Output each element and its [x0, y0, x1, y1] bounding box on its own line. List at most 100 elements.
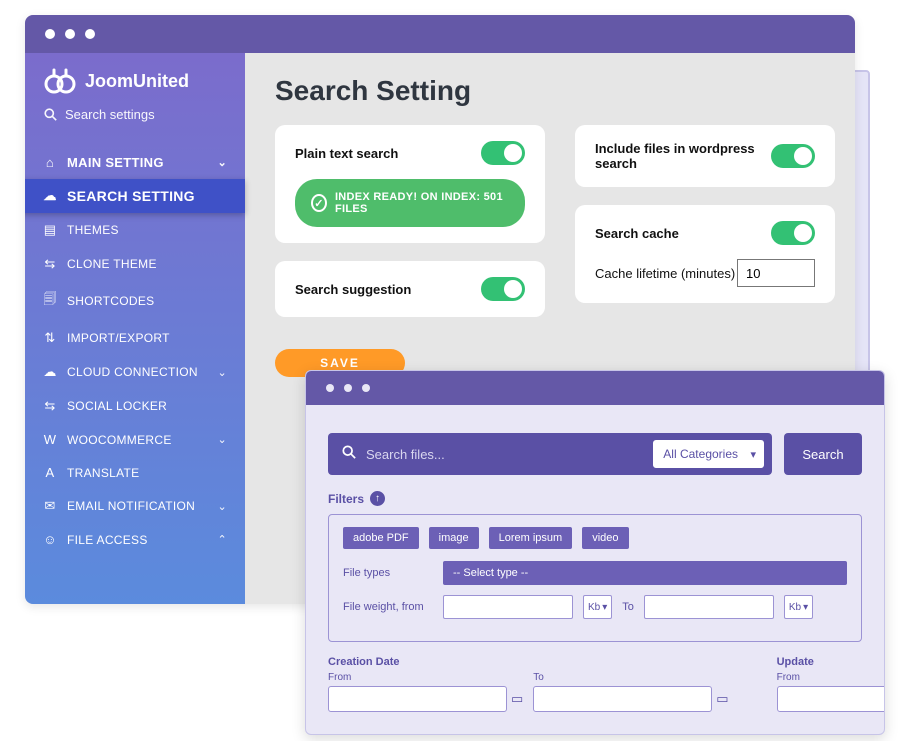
window-dot[interactable]: [344, 384, 352, 392]
sidebar-item-themes[interactable]: ▤ THEMES: [25, 213, 245, 247]
file-weight-from-input[interactable]: [443, 595, 573, 619]
sidebar-item-translate[interactable]: ATRANSLATE: [25, 456, 245, 489]
search-icon: [43, 108, 57, 121]
window-dot[interactable]: [362, 384, 370, 392]
search-suggestion-card: Search suggestion: [275, 261, 545, 317]
sidebar-item-clone-theme[interactable]: ⇆ CLONE THEME: [25, 247, 245, 281]
sidebar-item-label: CLONE THEME: [67, 257, 157, 271]
search-cache-card: Search cache Cache lifetime (minutes): [575, 205, 835, 303]
update-from-label: From: [777, 672, 885, 683]
w-square-icon: W: [43, 432, 57, 447]
filter-tag[interactable]: adobe PDF: [343, 527, 419, 549]
search-files-input[interactable]: [366, 447, 643, 462]
share-icon: ⇆: [43, 398, 57, 414]
sidebar-item-cloud-connection[interactable]: ☁CLOUD CONNECTION⌄: [25, 355, 245, 389]
chevron-down-icon: ▾: [803, 602, 808, 613]
sidebar-item-label: CLOUD CONNECTION: [67, 365, 198, 379]
file-weight-from-unit[interactable]: Kb▾: [583, 595, 612, 619]
index-status-badge: ✓ INDEX READY! ON INDEX: 501 FILES: [295, 179, 525, 227]
sidebar-item-search-setting[interactable]: ☁SEARCH SETTING: [25, 179, 245, 213]
person-icon: ☺: [43, 532, 57, 547]
cloud-up-icon: ☁: [43, 188, 57, 204]
window-dot[interactable]: [45, 29, 55, 39]
filter-tags: adobe PDF image Lorem ipsum video: [343, 527, 847, 549]
filter-tag[interactable]: image: [429, 527, 479, 549]
cache-lifetime-input[interactable]: [737, 259, 815, 287]
sidebar-item-import-export[interactable]: ⇅IMPORT/EXPORT: [25, 321, 245, 355]
sidebar-item-label: WOOCOMMERCE: [67, 433, 172, 447]
file-weight-to-unit[interactable]: Kb▾: [784, 595, 813, 619]
sidebar-item-label: EMAIL NOTIFICATION: [67, 499, 195, 513]
search-cache-label: Search cache: [595, 226, 679, 241]
chevron-down-icon: ⌄: [217, 500, 227, 513]
check-icon: ✓: [311, 194, 327, 212]
creation-from-label: From: [328, 672, 523, 683]
category-selected-value: All Categories: [663, 447, 738, 461]
category-select[interactable]: All Categories: [653, 440, 764, 468]
sidebar-item-email-notification[interactable]: ✉EMAIL NOTIFICATION⌄: [25, 489, 245, 523]
sidebar-item-label: THEMES: [67, 223, 119, 237]
file-weight-label: File weight, from: [343, 601, 433, 613]
sidebar-item-label: TRANSLATE: [67, 466, 140, 480]
creation-to-input[interactable]: [533, 686, 712, 712]
window-dot[interactable]: [326, 384, 334, 392]
creation-from-input[interactable]: [328, 686, 507, 712]
collection-icon: ▤: [43, 222, 57, 238]
arrow-up-icon: ↑: [370, 491, 385, 506]
search-cache-toggle[interactable]: [771, 221, 815, 245]
sidebar-item-label: SHORTCODES: [67, 294, 154, 308]
filter-tag[interactable]: Lorem ipsum: [489, 527, 573, 549]
filters-panel: adobe PDF image Lorem ipsum video File type…: [328, 514, 862, 642]
calendar-icon[interactable]: ▭: [716, 691, 728, 707]
window-titlebar: [306, 371, 884, 405]
index-status-text: INDEX READY! ON INDEX: 501 FILES: [335, 191, 509, 215]
home-icon: ⌂: [43, 155, 57, 170]
brand-logo-icon: [43, 67, 77, 95]
sidebar-search-placeholder: Search settings: [65, 107, 155, 122]
chevron-down-icon: ⌄: [217, 433, 227, 446]
plain-text-search-toggle[interactable]: [481, 141, 525, 165]
search-files-window: All Categories Search Filters ↑ adobe PD…: [305, 370, 885, 735]
chevron-down-icon: ▾: [602, 602, 607, 613]
update-from-input[interactable]: [777, 686, 885, 712]
filters-toggle[interactable]: Filters ↑: [328, 491, 862, 506]
sidebar: JoomUnited Search settings ⌂MAIN SETTING…: [25, 53, 245, 604]
cache-lifetime-label: Cache lifetime (minutes): [595, 266, 735, 281]
share-icon: ⇆: [43, 256, 57, 272]
sidebar-item-shortcodes[interactable]: 🗐SHORTCODES: [25, 281, 245, 321]
plain-text-search-card: Plain text search ✓ INDEX READY! ON INDE…: [275, 125, 545, 243]
file-types-label: File types: [343, 567, 433, 579]
brand: JoomUnited: [25, 53, 245, 101]
window-dot[interactable]: [65, 29, 75, 39]
sidebar-search[interactable]: Search settings: [25, 101, 245, 138]
sidebar-nav: ⌂MAIN SETTING⌄☁SEARCH SETTING ▤ THEMES ⇆ CLO…: [25, 138, 245, 564]
file-types-select[interactable]: -- Select type --: [443, 561, 847, 585]
brand-name: JoomUnited: [85, 71, 189, 92]
file-types-placeholder: -- Select type --: [453, 567, 528, 579]
sidebar-item-woocommerce[interactable]: W WOOCOMMERCE ⌄: [25, 423, 245, 456]
transfer-icon: ⇅: [43, 330, 57, 346]
update-date-group: Update From ▭ To ▭: [777, 656, 885, 712]
search-icon: [342, 445, 356, 464]
include-files-toggle[interactable]: [771, 144, 815, 168]
chevron-up-icon: ⌃: [217, 533, 227, 546]
creation-to-label: To: [533, 672, 728, 683]
sidebar-item-social-locker[interactable]: ⇆SOCIAL LOCKER: [25, 389, 245, 423]
search-files-bar: All Categories: [328, 433, 772, 475]
sidebar-item-main-setting[interactable]: ⌂MAIN SETTING⌄: [25, 146, 245, 179]
file-weight-to-label: To: [622, 601, 634, 613]
chevron-down-icon: ⌄: [217, 156, 227, 169]
search-suggestion-toggle[interactable]: [481, 277, 525, 301]
include-files-card: Include files in wordpress search: [575, 125, 835, 187]
filter-tag[interactable]: video: [582, 527, 628, 549]
calendar-icon[interactable]: ▭: [511, 691, 523, 707]
update-date-title: Update: [777, 656, 885, 668]
search-button[interactable]: Search: [784, 433, 862, 475]
chevron-down-icon: ⌄: [217, 366, 227, 379]
include-files-label: Include files in wordpress search: [595, 141, 765, 171]
file-weight-to-input[interactable]: [644, 595, 774, 619]
window-dot[interactable]: [85, 29, 95, 39]
sidebar-item-file-access[interactable]: ☺FILE ACCESS⌃: [25, 523, 245, 556]
page-title: Search Setting: [275, 75, 855, 107]
search-suggestion-label: Search suggestion: [295, 282, 411, 297]
